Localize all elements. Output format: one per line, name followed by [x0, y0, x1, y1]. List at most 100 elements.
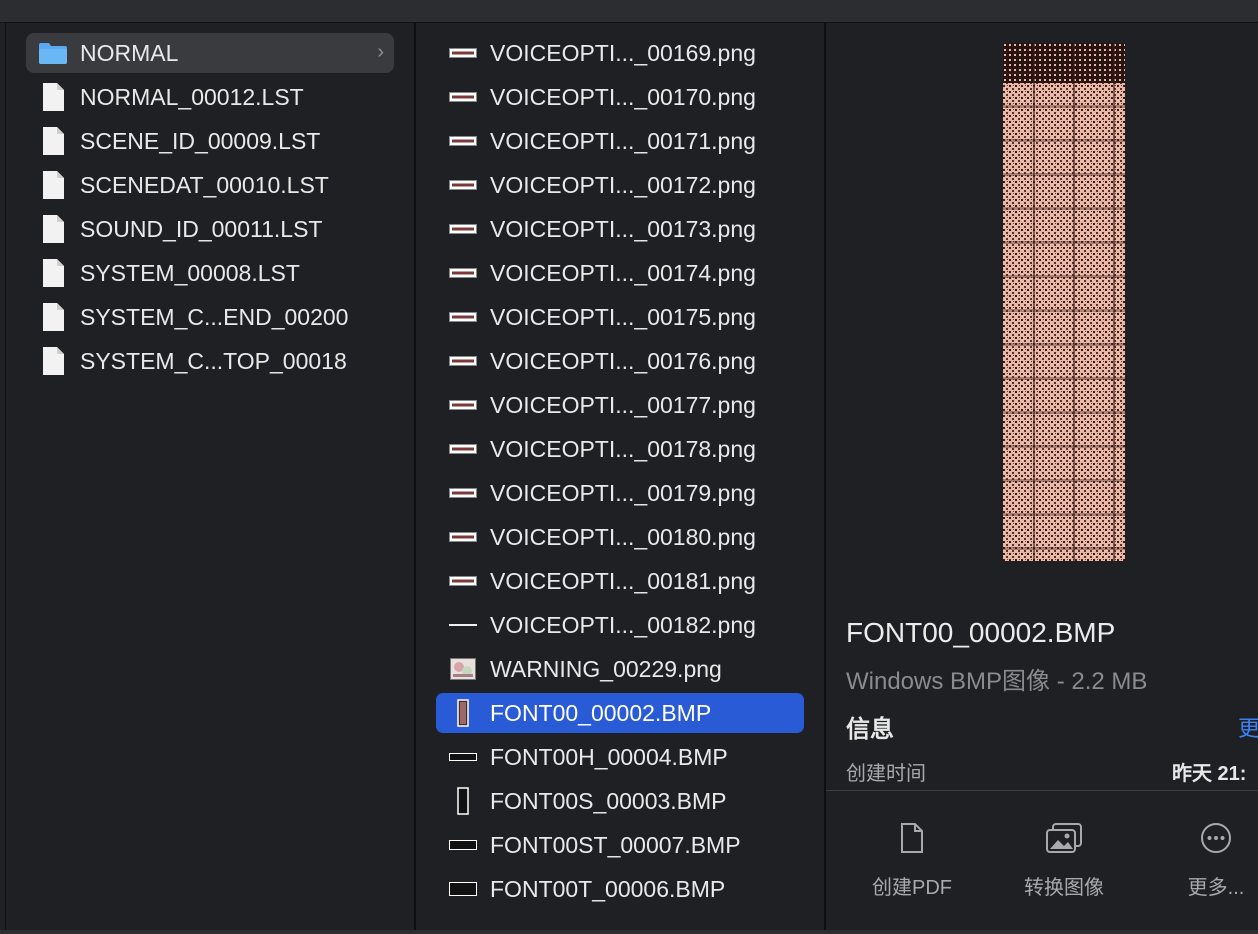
list-item-label: VOICEOPTI..._00176.png — [490, 347, 756, 374]
list-item[interactable]: VOICEOPTI..._00181.png — [436, 561, 804, 601]
convert-image-button[interactable]: 转换图像 — [999, 821, 1129, 900]
preview-file-name: FONT00_00002.BMP — [846, 617, 1116, 648]
divider — [826, 790, 1258, 791]
list-item-label: NORMAL_00012.LST — [80, 83, 304, 110]
list-item-label: VOICEOPTI..._00173.png — [490, 215, 756, 242]
list-item[interactable]: VOICEOPTI..._00182.png — [436, 605, 804, 645]
window-bottom-edge — [0, 930, 1258, 934]
list-item[interactable]: VOICEOPTI..._00176.png — [436, 341, 804, 381]
list-item[interactable]: VOICEOPTI..._00175.png — [436, 297, 804, 337]
wide-image-thumbnail-icon — [436, 180, 490, 190]
wide-image-thumbnail-icon — [436, 356, 490, 366]
created-value: 昨天 21: — [1172, 763, 1247, 785]
list-item[interactable]: SCENE_ID_00009.LST — [26, 121, 394, 161]
window-toolbar — [0, 0, 1258, 23]
list-item-label: SCENEDAT_00010.LST — [80, 171, 329, 198]
document-icon — [26, 258, 80, 288]
wide-bitmap-thumbnail-icon — [436, 840, 490, 850]
list-item-label: VOICEOPTI..._00169.png — [490, 39, 756, 66]
list-item[interactable]: FONT00ST_00007.BMP — [436, 825, 804, 865]
list-item-label: SYSTEM_C...END_00200 — [80, 303, 349, 330]
wide-image-thumbnail-icon — [436, 224, 490, 234]
folder-column[interactable]: NORMAL › NORMAL_00012.LST SCENE_ID_00009… — [6, 23, 416, 930]
list-item[interactable]: VOICEOPTI..._00172.png — [436, 165, 804, 205]
wide-image-thumbnail-icon — [436, 312, 490, 322]
wide-image-thumbnail-icon — [436, 92, 490, 102]
info-heading: 信息 — [846, 716, 894, 743]
wide-bitmap-thumbnail-icon — [436, 882, 490, 896]
create-pdf-button[interactable]: 创建PDF — [847, 821, 977, 900]
list-item-label: FONT00H_00004.BMP — [490, 743, 728, 770]
list-item-label: VOICEOPTI..._00178.png — [490, 435, 756, 462]
list-item-label: SYSTEM_00008.LST — [80, 259, 300, 286]
list-item[interactable]: VOICEOPTI..._00170.png — [436, 77, 804, 117]
list-item[interactable]: NORMAL_00012.LST — [26, 77, 394, 117]
list-item[interactable]: VOICEOPTI..._00180.png — [436, 517, 804, 557]
show-more-link[interactable]: 更 — [1238, 711, 1258, 743]
list-item[interactable]: VOICEOPTI..._00174.png — [436, 253, 804, 293]
chevron-right-icon: › — [377, 41, 384, 63]
wide-image-thumbnail-icon — [436, 400, 490, 410]
list-item-label: FONT00ST_00007.BMP — [490, 831, 741, 858]
list-item-label: VOICEOPTI..._00172.png — [490, 171, 756, 198]
create-pdf-label: 创建PDF — [872, 877, 952, 899]
list-item-label: SCENE_ID_00009.LST — [80, 127, 321, 154]
list-item-label: VOICEOPTI..._00174.png — [490, 259, 756, 286]
ellipsis-circle-icon — [1151, 821, 1258, 855]
wide-image-thumbnail-icon — [436, 444, 490, 454]
wide-image-thumbnail-icon — [436, 136, 490, 146]
wide-image-thumbnail-icon — [436, 488, 490, 498]
list-item-label: WARNING_00229.png — [490, 655, 722, 682]
list-item-label: SYSTEM_C...TOP_00018 — [80, 347, 347, 374]
list-item-label: VOICEOPTI..._00171.png — [490, 127, 756, 154]
document-icon — [26, 170, 80, 200]
list-item-label: NORMAL — [80, 39, 179, 66]
list-item[interactable]: FONT00T_00006.BMP — [436, 869, 804, 909]
list-item[interactable]: SCENEDAT_00010.LST — [26, 165, 394, 205]
document-icon — [26, 302, 80, 332]
thin-line-thumbnail-icon — [436, 622, 490, 628]
more-actions-button[interactable]: 更多... — [1151, 821, 1258, 900]
list-item[interactable]: SYSTEM_C...END_00200 — [26, 297, 394, 337]
file-column[interactable]: VOICEOPTI..._00169.png VOICEOPTI..._0017… — [416, 23, 826, 930]
list-item-label: VOICEOPTI..._00182.png — [490, 611, 756, 638]
photos-icon — [999, 821, 1129, 855]
tall-bitmap-thumbnail-icon — [436, 787, 490, 815]
document-icon — [26, 82, 80, 112]
more-actions-label: 更多... — [1187, 877, 1245, 899]
document-icon — [847, 821, 977, 855]
document-icon — [26, 126, 80, 156]
list-item[interactable]: VOICEOPTI..._00178.png — [436, 429, 804, 469]
document-icon — [26, 346, 80, 376]
list-item[interactable]: SOUND_ID_00011.LST — [26, 209, 394, 249]
list-item[interactable]: FONT00S_00003.BMP — [436, 781, 804, 821]
list-item[interactable]: SYSTEM_C...TOP_00018 — [26, 341, 394, 381]
list-item-label: FONT00S_00003.BMP — [490, 787, 727, 814]
list-item[interactable]: WARNING_00229.png — [436, 649, 804, 689]
list-item[interactable]: VOICEOPTI..._00171.png — [436, 121, 804, 161]
list-item[interactable]: VOICEOPTI..._00179.png — [436, 473, 804, 513]
list-item-folder-normal[interactable]: NORMAL › — [26, 33, 394, 73]
preview-image — [1003, 43, 1125, 561]
wide-image-thumbnail-icon — [436, 48, 490, 58]
wide-image-thumbnail-icon — [436, 532, 490, 542]
list-item[interactable]: SYSTEM_00008.LST — [26, 253, 394, 293]
list-item-selected[interactable]: FONT00_00002.BMP — [436, 693, 804, 733]
list-item-label: SOUND_ID_00011.LST — [80, 215, 323, 242]
folder-icon — [26, 41, 80, 65]
convert-image-label: 转换图像 — [1024, 877, 1104, 899]
list-item[interactable]: VOICEOPTI..._00169.png — [436, 33, 804, 73]
list-item-label: VOICEOPTI..._00177.png — [490, 391, 756, 418]
list-item-label: VOICEOPTI..._00180.png — [490, 523, 756, 550]
document-icon — [26, 214, 80, 244]
preview-file-type: Windows BMP图像 - 2.2 MB — [846, 668, 1148, 695]
list-item-label: VOICEOPTI..._00175.png — [490, 303, 756, 330]
list-item[interactable]: FONT00H_00004.BMP — [436, 737, 804, 777]
tall-bitmap-thumbnail-icon — [436, 699, 490, 727]
created-label: 创建时间 — [846, 763, 926, 785]
picture-thumbnail-icon — [436, 658, 490, 680]
list-item-label: FONT00_00002.BMP — [490, 699, 712, 726]
list-item[interactable]: VOICEOPTI..._00173.png — [436, 209, 804, 249]
preview-pane: FONT00_00002.BMP Windows BMP图像 - 2.2 MB … — [826, 23, 1258, 930]
list-item[interactable]: VOICEOPTI..._00177.png — [436, 385, 804, 425]
